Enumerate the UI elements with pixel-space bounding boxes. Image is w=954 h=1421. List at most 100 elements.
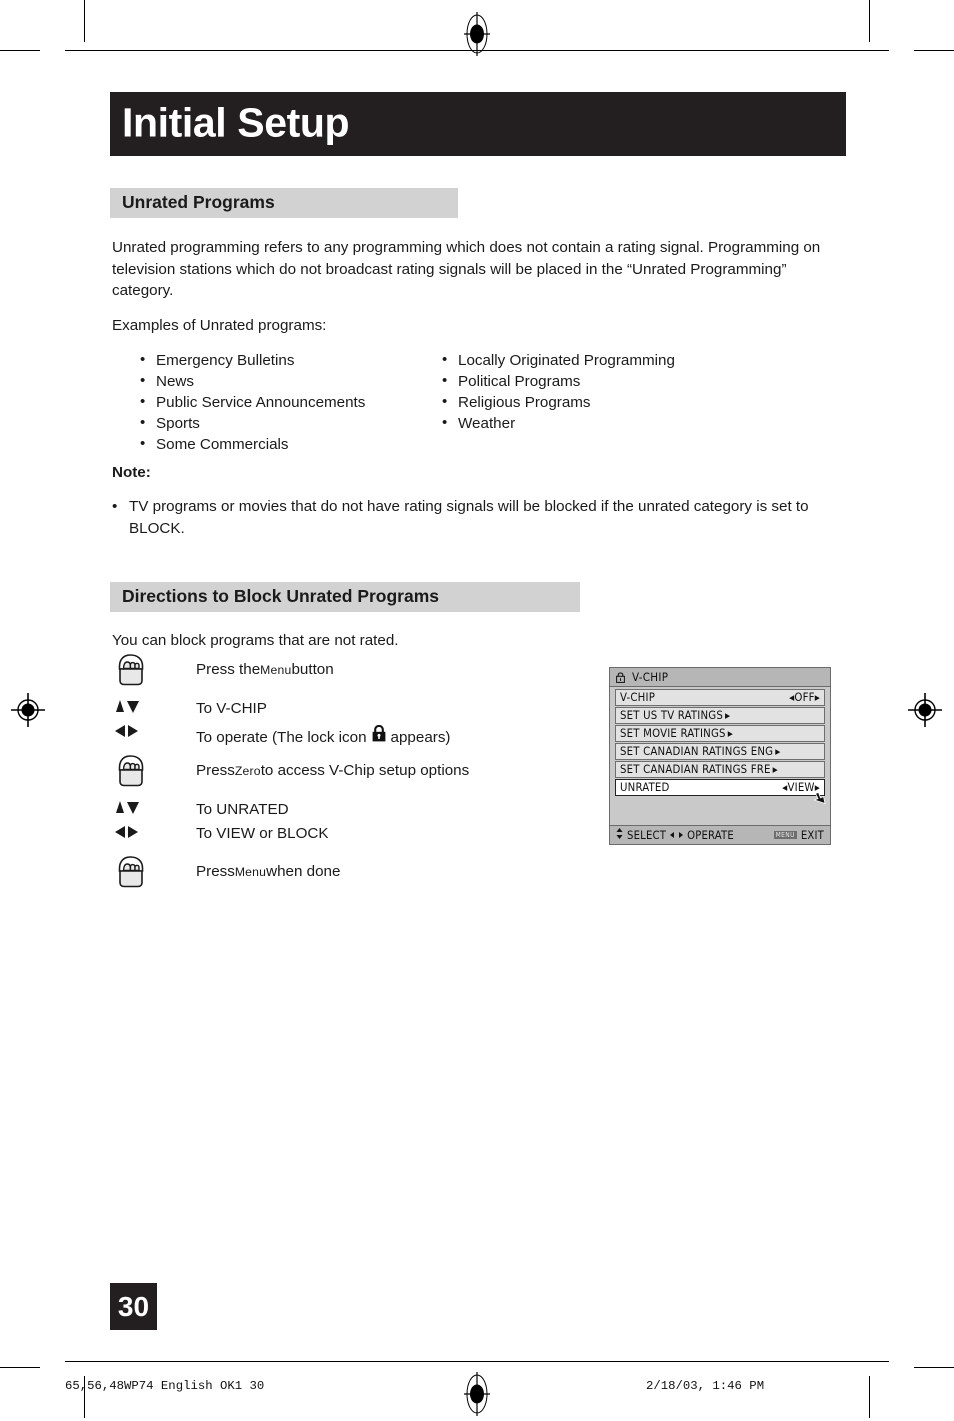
step-text: To operate (The lock icon appears): [196, 723, 450, 745]
examples-list-right: Locally Originated Programming Political…: [440, 350, 675, 435]
chevron-right-icon: ▸: [775, 744, 781, 758]
osd-row-set-canadian-ratings-fre[interactable]: SET CANADIAN RATINGS FRE ▸: [615, 761, 825, 778]
osd-row-label: SET US TV RATINGS: [620, 708, 724, 722]
step-text-post: when done: [266, 863, 341, 880]
step-text-post: to access V-Chip setup options: [260, 762, 470, 779]
directions-intro: You can block programs that are not rate…: [112, 632, 399, 649]
lock-icon: [372, 724, 386, 745]
step-row: To V-CHIP: [110, 699, 580, 723]
osd-footer-bar: SELECT OPERATE MENU EXIT: [610, 825, 830, 844]
step-text-post: button: [291, 661, 334, 678]
step-row: To operate (The lock icon appears): [110, 723, 580, 747]
step-row: Press Zero to access V-Chip setup option…: [110, 753, 580, 794]
list-item: Some Commercials: [138, 434, 365, 456]
osd-row-label: UNRATED: [620, 780, 670, 794]
print-footer: 65,56,48WP74 English OK1 30 2/18/03, 1:4…: [0, 1379, 954, 1397]
step-row: To VIEW or BLOCK: [110, 824, 580, 848]
step-row: Press Menu when done: [110, 854, 580, 895]
lock-icon: [616, 671, 625, 683]
left-right-arrows-icon: [110, 824, 196, 840]
list-item: Weather: [440, 413, 675, 435]
up-down-arrows-icon: [616, 828, 623, 842]
osd-row-set-canadian-ratings-eng[interactable]: SET CANADIAN RATINGS ENG ▸: [615, 743, 825, 760]
osd-footer-left: SELECT OPERATE: [616, 828, 774, 842]
step-row: To UNRATED: [110, 800, 580, 824]
chevron-right-icon: ▸: [772, 762, 778, 776]
crop-mark-right-bottom: [914, 1367, 954, 1368]
step-text-pre: Press the: [196, 661, 261, 678]
registration-mark-left-icon: [10, 692, 46, 733]
osd-row-set-us-tv-ratings[interactable]: SET US TV RATINGS ▸: [615, 707, 825, 724]
examples-list-left: Emergency Bulletins News Public Service …: [138, 350, 365, 456]
step-text: Press the Menu button: [196, 652, 334, 677]
osd-row-set-movie-ratings[interactable]: SET MOVIE RATINGS ▸: [615, 725, 825, 742]
note-label: Note:: [112, 464, 151, 481]
osd-row-label: SET CANADIAN RATINGS FRE: [620, 762, 771, 776]
crop-mark-left-bottom: [0, 1367, 40, 1368]
left-right-arrows-icon: [110, 723, 196, 739]
osd-row-label: SET CANADIAN RATINGS ENG: [620, 744, 774, 758]
chevron-right-icon: ▸: [725, 708, 731, 722]
osd-footer-exit-label: EXIT: [800, 828, 824, 842]
cursor-pointer-icon: [813, 791, 826, 805]
osd-footer-select-label: SELECT: [627, 828, 667, 842]
page-number-badge: 30: [110, 1283, 157, 1330]
step-text-smallcaps: Zero: [234, 764, 261, 778]
step-text-pre: To VIEW or BLOCK: [196, 825, 329, 842]
list-item: Locally Originated Programming: [440, 350, 675, 372]
header-divider: [65, 50, 889, 51]
chevron-right-icon: ▸: [727, 726, 733, 740]
footer-divider: [65, 1361, 889, 1362]
osd-row-value: ◂OFF▸: [789, 690, 820, 704]
print-footer-timestamp: 2/18/03, 1:46 PM: [646, 1379, 765, 1393]
osd-footer-operate-label: OPERATE: [687, 828, 734, 842]
step-text-pre: To operate (The lock icon: [196, 729, 367, 746]
step-text: To V-CHIP: [196, 699, 267, 716]
page-title: Initial Setup: [122, 99, 350, 146]
step-text: To UNRATED: [196, 800, 289, 817]
osd-title-label: V-CHIP: [632, 670, 669, 684]
unrated-intro-paragraph: Unrated programming refers to any progra…: [112, 239, 821, 299]
osd-vchip-menu: V-CHIP V-CHIP ◂OFF▸ SET US TV RATINGS ▸ …: [609, 667, 831, 845]
step-text: Press Zero to access V-Chip setup option…: [196, 753, 469, 778]
section-header-directions: Directions to Block Unrated Programs: [110, 582, 580, 612]
print-footer-filename: 65,56,48WP74 English OK1 30: [65, 1379, 265, 1393]
osd-row-label: SET MOVIE RATINGS: [620, 726, 726, 740]
registration-mark-right-icon: [907, 692, 943, 733]
list-item: Sports: [138, 413, 365, 435]
step-text-smallcaps: Menu: [260, 663, 292, 677]
crop-mark-top-right: [869, 0, 870, 42]
osd-row-vchip[interactable]: V-CHIP ◂OFF▸: [615, 689, 825, 706]
directions-step-list: Press the Menu button To V-CHIP To opera…: [110, 652, 580, 895]
chapter-title-banner: Initial Setup: [110, 92, 846, 156]
list-item: Public Service Announcements: [138, 392, 365, 414]
up-down-arrows-icon: [110, 800, 196, 815]
list-item: Emergency Bulletins: [138, 350, 365, 372]
registration-mark-top-icon: [462, 12, 492, 61]
step-text-pre: Press: [196, 863, 235, 880]
osd-row-label: V-CHIP: [620, 690, 656, 704]
crop-mark-left-top: [0, 50, 40, 51]
step-row: Press the Menu button: [110, 652, 580, 693]
osd-footer-right: MENU EXIT: [773, 828, 824, 842]
list-item: News: [138, 371, 365, 393]
list-item: Religious Programs: [440, 392, 675, 414]
up-down-arrows-icon: [110, 699, 196, 714]
hand-press-button-icon: [110, 753, 196, 789]
step-text-pre: To UNRATED: [196, 801, 289, 818]
step-text-pre: Press: [196, 762, 235, 779]
hand-press-button-icon: [110, 652, 196, 688]
hand-press-button-icon: [110, 854, 196, 890]
manual-page: Initial Setup Unrated Programs Unrated p…: [0, 0, 954, 1418]
list-item: Political Programs: [440, 371, 675, 393]
menu-button-chip: MENU: [773, 830, 797, 840]
step-text-pre: To V-CHIP: [196, 700, 267, 717]
step-text-smallcaps: Menu: [234, 865, 267, 879]
osd-menu-list: V-CHIP ◂OFF▸ SET US TV RATINGS ▸ SET MOV…: [610, 687, 830, 804]
left-right-arrows-icon: [670, 829, 684, 842]
step-text: Press Menu when done: [196, 854, 340, 879]
osd-row-unrated[interactable]: UNRATED ◂VIEW▸: [615, 779, 826, 804]
examples-label: Examples of Unrated programs:: [112, 317, 327, 334]
step-text: To VIEW or BLOCK: [196, 824, 329, 841]
crop-mark-top-left: [84, 0, 85, 42]
